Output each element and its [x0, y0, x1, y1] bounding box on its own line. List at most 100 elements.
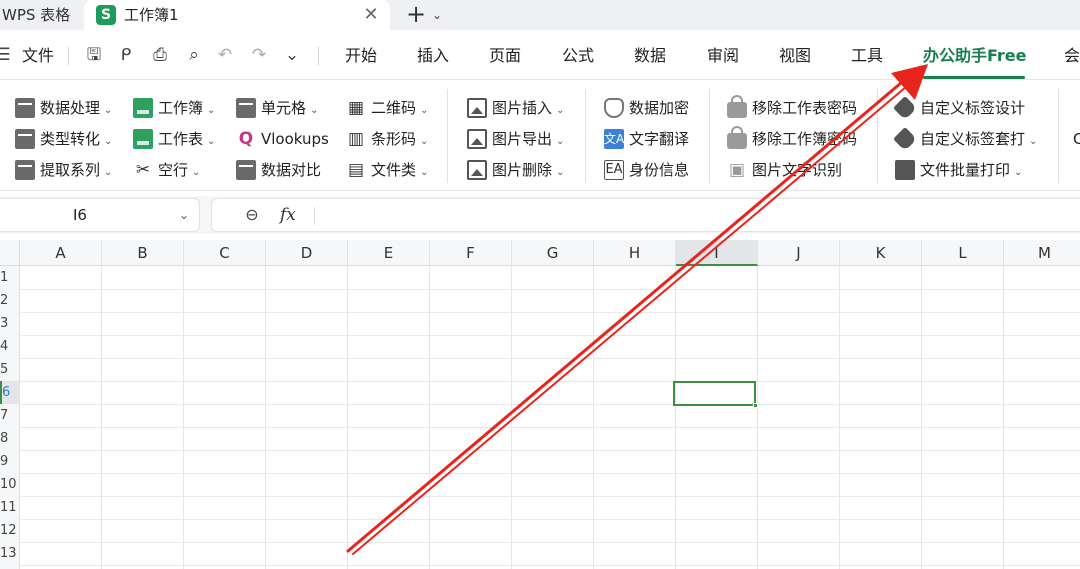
column-header-e[interactable]: E [348, 240, 430, 266]
scissors-icon: ✂ [135, 160, 151, 180]
row-header-3[interactable]: 3 [0, 312, 20, 335]
divider [877, 89, 878, 183]
tab-tools[interactable]: 工具 [851, 30, 883, 80]
column-header-d[interactable]: D [266, 240, 348, 266]
column-header-j[interactable]: J [758, 240, 840, 266]
column-header-c[interactable]: C [184, 240, 266, 266]
image-icon [467, 98, 487, 118]
qrcode-icon: ▦ [347, 98, 365, 118]
row-header-9[interactable]: 9 [0, 450, 20, 473]
row-header-5[interactable]: 5 [0, 358, 20, 381]
column-header-a[interactable]: A [20, 240, 102, 266]
id-card-icon: EA [604, 160, 624, 180]
tab-formula[interactable]: 公式 [562, 30, 594, 80]
row-header-12[interactable]: 12 [0, 519, 20, 542]
lock-icon [727, 95, 747, 118]
save-icon[interactable]: 🖫 [83, 44, 105, 66]
row-header-2[interactable]: 2 [0, 289, 20, 312]
tab-data[interactable]: 数据 [634, 30, 666, 80]
divider [709, 89, 710, 183]
grid-column-line [429, 266, 430, 569]
selected-cell[interactable] [673, 381, 756, 406]
data-processing-icon [15, 98, 35, 118]
function-icon[interactable]: fx [280, 203, 296, 227]
tag-icon [892, 126, 918, 152]
grid-column-line [265, 266, 266, 569]
new-tab-icon[interactable]: + [404, 0, 428, 30]
ocr-image-icon: ▣ [728, 160, 746, 180]
printer-icon [895, 160, 915, 180]
redo-icon[interactable]: ↷ [248, 44, 270, 66]
close-tab-icon[interactable]: ✕ [360, 4, 382, 26]
data-compare-icon [236, 160, 256, 180]
image-icon [467, 129, 487, 149]
grid-column-line [921, 266, 922, 569]
row-header-13[interactable]: 13 [0, 542, 20, 565]
row-header-7[interactable]: 7 [0, 404, 20, 427]
column-header-g[interactable]: G [512, 240, 594, 266]
file-menu[interactable]: 文件 [22, 30, 54, 80]
grid-column-line [511, 266, 512, 569]
fill-handle[interactable] [753, 403, 758, 408]
column-header-h[interactable]: H [594, 240, 676, 266]
tab-home[interactable]: 开始 [345, 30, 377, 80]
column-header-i[interactable]: I [676, 240, 758, 266]
app-tab[interactable]: WPS 表格 [0, 0, 84, 30]
column-header-f[interactable]: F [430, 240, 512, 266]
hamburger-menu-icon[interactable]: ☰ [0, 44, 14, 66]
quick-access-dropdown-icon[interactable]: ⌄ [281, 44, 303, 66]
grid-column-line [101, 266, 102, 569]
print-icon[interactable]: ⎙ [149, 44, 171, 66]
grid-column-line [1003, 266, 1004, 569]
shield-icon [604, 98, 624, 118]
grid-column-line [675, 266, 676, 569]
divider [318, 47, 319, 65]
formula-input[interactable]: ⊖ fx [211, 198, 1080, 232]
row-header-bar: 1 2 3 4 5 6 7 8 9 10 11 12 13 [0, 266, 20, 569]
tab-page[interactable]: 页面 [489, 30, 521, 80]
document-name: 工作簿1 [124, 6, 179, 24]
app-name: WPS 表格 [2, 6, 71, 24]
zoom-icon[interactable]: ⊖ [242, 205, 262, 225]
tab-member[interactable]: 会 [1064, 30, 1080, 80]
column-header-l[interactable]: L [922, 240, 1004, 266]
divider [1058, 89, 1059, 183]
chevron-down-icon[interactable]: ⌄ [179, 199, 189, 231]
chevron-down-icon[interactable]: ⌄ [432, 0, 448, 30]
row-header-10[interactable]: 10 [0, 473, 20, 496]
divider [447, 89, 448, 183]
divider [68, 47, 69, 65]
select-all-corner[interactable] [0, 240, 20, 266]
cell-grid[interactable] [20, 266, 1080, 569]
ribbon-overflow-button[interactable]: C [1073, 125, 1080, 153]
tag-icon [892, 95, 918, 121]
xls-file-icon [133, 98, 153, 118]
barcode-icon: ▥ [347, 129, 365, 149]
grid-column-line [347, 266, 348, 569]
tab-office-assistant[interactable]: 办公助手Free [923, 30, 1027, 80]
grid-column-line [593, 266, 594, 569]
tab-insert[interactable]: 插入 [417, 30, 449, 80]
xls-file-icon [133, 129, 153, 149]
divider [314, 207, 315, 225]
column-header-k[interactable]: K [840, 240, 922, 266]
column-header-bar: ABCDEFGHIJKLM [0, 240, 1080, 266]
image-icon [467, 160, 487, 180]
print-preview-icon[interactable]: ⌕ [183, 44, 205, 66]
name-box[interactable]: I6 ⌄ [0, 198, 200, 232]
row-header-4[interactable]: 4 [0, 335, 20, 358]
lock-icon [727, 126, 747, 149]
row-header-1[interactable]: 1 [0, 266, 20, 289]
undo-icon[interactable]: ↶ [214, 44, 236, 66]
row-header-8[interactable]: 8 [0, 427, 20, 450]
document-tab[interactable]: S 工作簿1 ✕ [84, 0, 390, 30]
column-header-b[interactable]: B [102, 240, 184, 266]
cell-reference: I6 [73, 206, 87, 224]
tab-review[interactable]: 审阅 [707, 30, 739, 80]
row-header-6[interactable]: 6 [0, 381, 20, 404]
column-header-m[interactable]: M [1004, 240, 1080, 266]
tab-view[interactable]: 视图 [779, 30, 811, 80]
document-icon: ▤ [347, 160, 365, 180]
row-header-11[interactable]: 11 [0, 496, 20, 519]
format-painter-icon[interactable]: ᑭ [115, 44, 137, 66]
